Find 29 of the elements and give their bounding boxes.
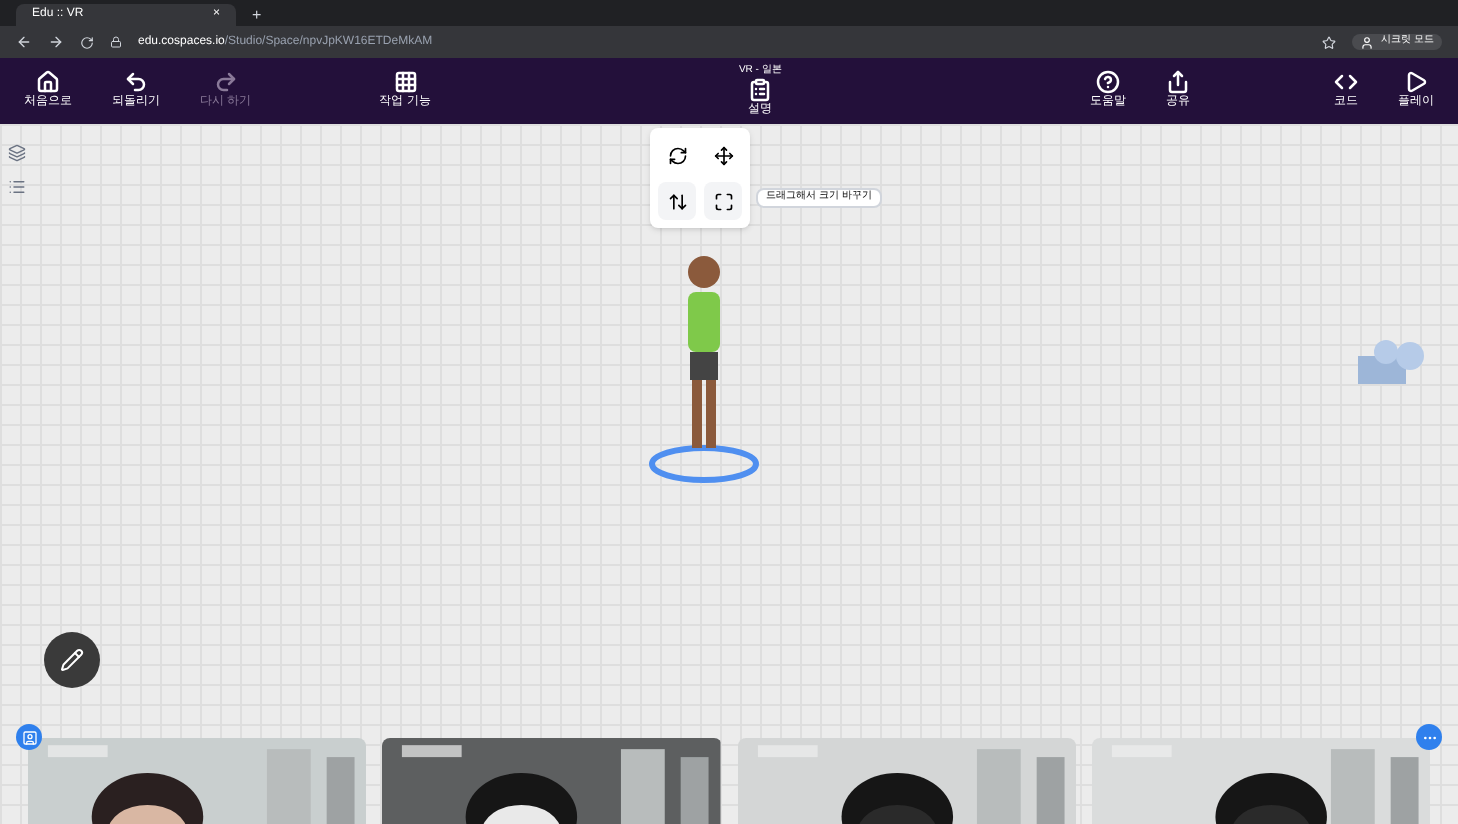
pencil-icon: [60, 648, 84, 672]
undo-icon: [124, 70, 148, 94]
scale-icon: [713, 191, 733, 211]
grid-icon: [393, 70, 417, 94]
reload-icon[interactable]: [80, 35, 94, 49]
help-icon: [1096, 70, 1120, 94]
code-icon: [1334, 70, 1358, 94]
participants-button[interactable]: [16, 724, 42, 750]
edit-button[interactable]: [44, 632, 100, 688]
lock-icon: [110, 36, 122, 48]
lift-button[interactable]: [658, 182, 696, 220]
move-icon: [713, 145, 733, 165]
layers-icon[interactable]: [8, 144, 26, 162]
clipboard-icon: [748, 78, 773, 102]
star-icon[interactable]: [1321, 35, 1336, 49]
more-button[interactable]: [1416, 724, 1442, 750]
home-icon: [36, 70, 60, 94]
list-icon[interactable]: [8, 178, 26, 196]
forward-icon[interactable]: [48, 34, 64, 50]
scale-button[interactable]: [704, 182, 742, 220]
rotate-icon: [667, 145, 687, 165]
back-icon[interactable]: [16, 34, 32, 50]
redo-icon: [213, 70, 238, 94]
person-icon: [21, 729, 37, 745]
play-icon: [1404, 70, 1428, 94]
lift-icon: [667, 191, 687, 211]
share-icon: [1166, 70, 1190, 94]
profile-icon: [1359, 35, 1374, 49]
new-tab-button[interactable]: +: [252, 4, 262, 26]
